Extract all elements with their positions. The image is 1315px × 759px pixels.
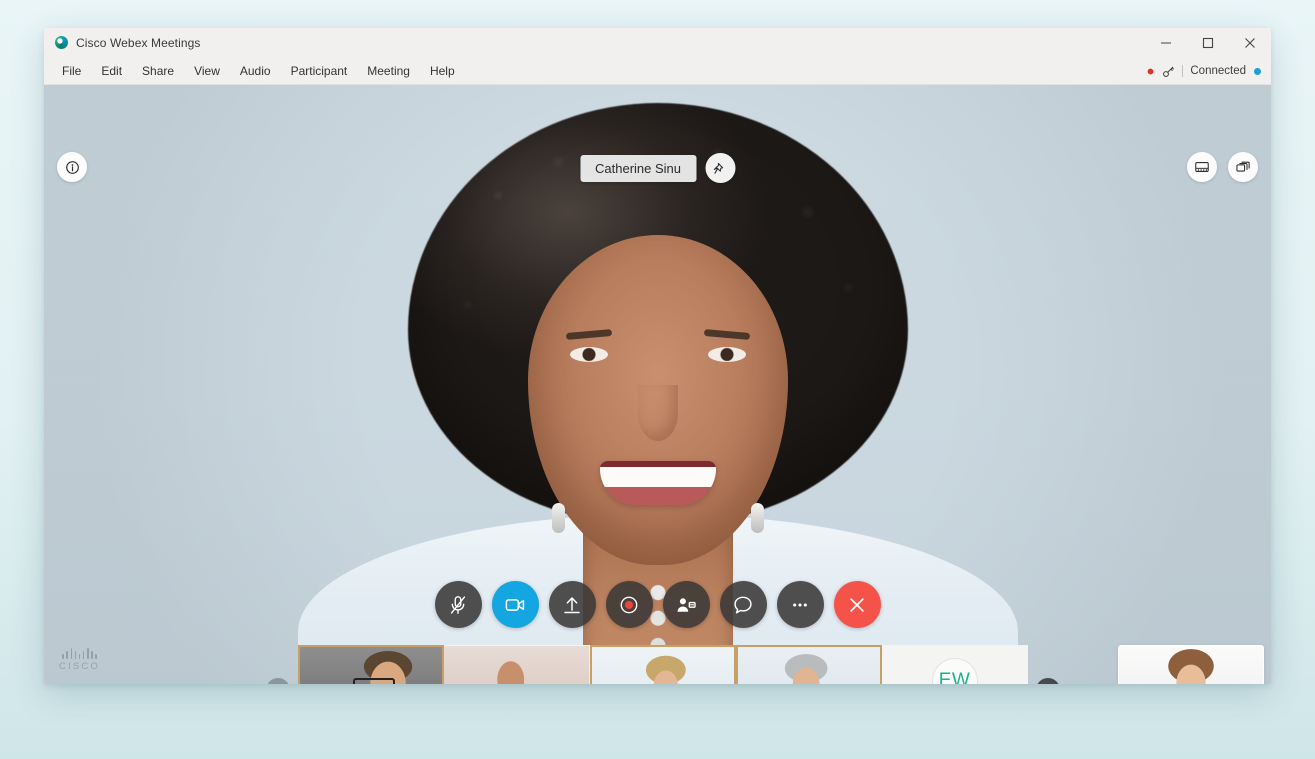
participant-thumbnail xyxy=(300,647,442,684)
participant-thumbnail xyxy=(592,647,734,684)
menu-item-meeting[interactable]: Meeting xyxy=(357,61,420,81)
record-button[interactable] xyxy=(605,581,653,628)
menu-item-share[interactable]: Share xyxy=(132,61,184,81)
video-eye-left xyxy=(569,347,608,362)
video-eye-right xyxy=(707,347,746,362)
cisco-watermark: CISCO xyxy=(59,647,100,672)
end-meeting-button[interactable] xyxy=(833,581,881,628)
cisco-bridge-icon xyxy=(62,647,97,659)
participant-tile-david-liam[interactable]: David Liam xyxy=(736,645,882,684)
connection-status-label: Connected xyxy=(1190,65,1246,77)
more-options-button[interactable] xyxy=(776,581,824,628)
chevron-left-icon[interactable] xyxy=(266,678,290,684)
video-earring-right xyxy=(750,503,764,533)
participants-button[interactable] xyxy=(662,581,710,628)
window-controls xyxy=(1145,28,1271,57)
webex-logo-icon xyxy=(55,36,68,49)
menu-item-edit[interactable]: Edit xyxy=(91,61,132,81)
participant-tile-catherine-sinu[interactable]: Catherine Sinu xyxy=(444,645,590,684)
participant-avatar: EW xyxy=(882,646,1027,684)
chat-button[interactable] xyxy=(719,581,767,628)
self-view-thumbnail[interactable] xyxy=(1118,645,1264,684)
chevron-right-icon[interactable] xyxy=(1036,678,1060,684)
active-speaker-name-group: Catherine Sinu xyxy=(580,153,735,183)
encryption-key-icon xyxy=(1163,66,1175,77)
title-bar: Cisco Webex Meetings xyxy=(44,28,1271,57)
cisco-wordmark: CISCO xyxy=(59,661,101,672)
participant-tile-sherry-mckenna[interactable]: Sherry McKenna xyxy=(590,645,736,684)
video-mouth xyxy=(599,461,716,505)
video-button[interactable] xyxy=(491,581,539,628)
menu-item-help[interactable]: Help xyxy=(420,61,465,81)
connection-status-dot xyxy=(1254,67,1261,75)
video-nose xyxy=(638,385,678,441)
stacked-layers-icon[interactable] xyxy=(1228,152,1258,182)
layout-grid-icon[interactable] xyxy=(1187,152,1217,182)
stage-top-left-controls xyxy=(57,152,87,182)
status-area: Connected xyxy=(1146,57,1261,85)
video-stage: Catherine Sinu EW CISCO xyxy=(44,85,1271,684)
participant-thumbnail xyxy=(444,646,589,684)
video-earring-left xyxy=(551,503,565,533)
video-eyebrow-left xyxy=(565,329,612,340)
active-speaker-name: Catherine Sinu xyxy=(580,154,696,182)
self-view-video xyxy=(1119,646,1263,684)
record-dot-icon xyxy=(1146,66,1156,76)
page-background: Cisco Webex Meetings File Edit Share Vie… xyxy=(0,0,1315,759)
participant-tile-elizabeth-wu[interactable]: EW Elizabeth Wu xyxy=(882,645,1028,684)
menu-bar: File Edit Share View Audio Participant M… xyxy=(44,57,1271,85)
participant-tile-adrian-delamico[interactable]: Adrian Delamico xyxy=(298,645,444,684)
maximize-icon[interactable] xyxy=(1187,28,1229,57)
info-icon[interactable] xyxy=(57,152,87,182)
menu-item-participant[interactable]: Participant xyxy=(281,61,358,81)
app-title: Cisco Webex Meetings xyxy=(76,35,201,50)
participant-filmstrip: Adrian Delamico xyxy=(44,645,1271,684)
menu-item-audio[interactable]: Audio xyxy=(230,61,281,81)
participant-thumbnail xyxy=(738,647,880,684)
menu-item-file[interactable]: File xyxy=(52,61,91,81)
minimize-icon[interactable] xyxy=(1145,28,1187,57)
pin-icon[interactable] xyxy=(705,153,735,183)
meeting-control-bar xyxy=(434,581,881,628)
webex-meetings-window: Cisco Webex Meetings File Edit Share Vie… xyxy=(44,28,1271,684)
close-icon[interactable] xyxy=(1229,28,1271,57)
participant-tiles: Adrian Delamico xyxy=(298,645,1028,684)
stage-top-right-controls xyxy=(1187,152,1258,182)
video-eyebrow-right xyxy=(703,329,750,340)
mute-button[interactable] xyxy=(434,581,482,628)
share-screen-button[interactable] xyxy=(548,581,596,628)
status-divider xyxy=(1182,65,1184,77)
avatar-initials: EW xyxy=(931,658,978,684)
menu-item-view[interactable]: View xyxy=(184,61,230,81)
video-face xyxy=(527,235,788,565)
